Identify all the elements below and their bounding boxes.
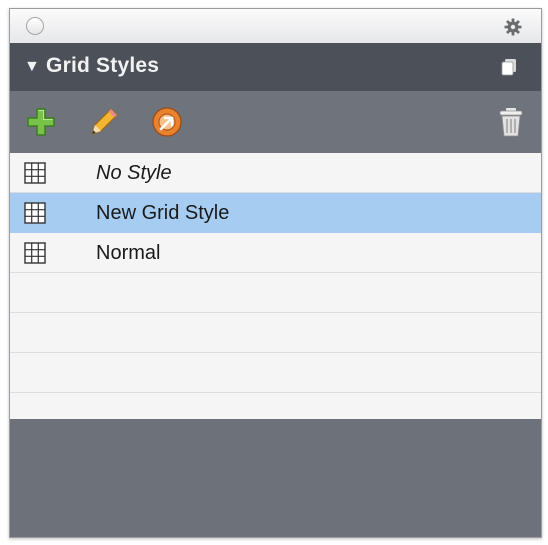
panel-empty-area [10, 419, 541, 537]
style-row-new-grid-style[interactable]: New Grid Style [10, 193, 541, 233]
style-row-normal[interactable]: Normal [10, 233, 541, 273]
styles-toolbar [10, 91, 541, 153]
panel-title-text: Grid Styles [46, 54, 160, 77]
trash-icon[interactable] [494, 105, 528, 139]
empty-row [10, 353, 541, 393]
pencil-icon[interactable] [86, 105, 120, 139]
grid-styles-panel: ▼ Grid Styles No Style New Grid Style No… [9, 8, 542, 538]
gear-icon[interactable] [503, 17, 523, 37]
panel-header[interactable]: ▼ Grid Styles [10, 43, 541, 91]
palette-titlebar [10, 9, 541, 44]
style-row-no-style[interactable]: No Style [10, 153, 541, 193]
grid-icon [24, 162, 46, 184]
collapse-triangle-icon[interactable]: ▼ [24, 58, 40, 75]
styles-list: No Style New Grid Style Normal [10, 153, 541, 419]
empty-row [10, 273, 541, 313]
grid-icon [24, 202, 46, 224]
empty-row [10, 313, 541, 353]
style-label: No Style [96, 162, 172, 184]
duplicate-style-icon[interactable] [150, 105, 184, 139]
add-icon[interactable] [24, 105, 58, 139]
style-label: New Grid Style [96, 202, 230, 224]
close-icon[interactable] [26, 17, 44, 35]
panel-title[interactable]: ▼ Grid Styles [24, 54, 159, 78]
grid-icon [24, 242, 46, 264]
style-label: Normal [96, 242, 161, 264]
panel-menu-icon[interactable] [499, 57, 519, 77]
